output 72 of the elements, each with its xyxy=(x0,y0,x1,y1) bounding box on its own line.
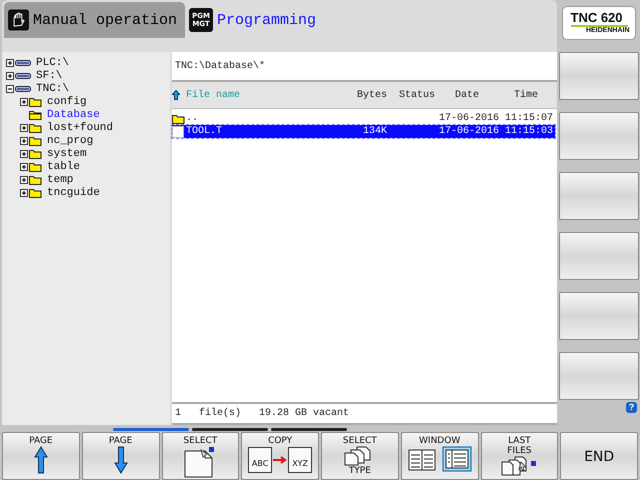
folder-icon xyxy=(29,162,42,172)
file-date: 17-06-2016 xyxy=(438,113,499,124)
file-size: 134K xyxy=(362,126,387,137)
up-arrow-icon xyxy=(34,446,48,474)
softkey-button[interactable]: PAGE xyxy=(82,432,160,480)
drive-icon xyxy=(15,84,31,93)
expand-icon[interactable] xyxy=(20,124,28,132)
sort-arrow-icon[interactable] xyxy=(172,90,180,100)
column-header[interactable]: Status xyxy=(387,90,435,100)
tree-item[interactable]: Database xyxy=(47,108,100,121)
hand-icon xyxy=(8,8,29,32)
file-count: 1 xyxy=(175,408,182,419)
select-page-icon xyxy=(184,446,216,478)
file-row[interactable]: .. 17-06-2016 11:15:07 xyxy=(172,112,555,125)
softkey-button[interactable]: WINDOW xyxy=(400,432,478,480)
tree-item[interactable]: lost+found xyxy=(47,122,114,134)
path-field: TNC:\Database\* xyxy=(172,52,557,82)
expand-icon[interactable] xyxy=(20,176,28,184)
softkey-button[interactable] xyxy=(558,232,638,280)
softkey-button[interactable] xyxy=(558,292,638,340)
softkey-button[interactable]: LAST FILES xyxy=(480,432,558,480)
softkey-button[interactable] xyxy=(558,352,638,400)
softkey-button[interactable]: COPY ABC XYZ xyxy=(241,432,319,480)
softkey-button[interactable]: SELECT TYPE xyxy=(321,432,399,480)
folder-icon xyxy=(29,136,42,146)
tree-item[interactable]: table xyxy=(47,161,80,174)
softkey-button[interactable]: END xyxy=(560,432,638,480)
column-header[interactable]: Time xyxy=(499,90,553,100)
folder-icon xyxy=(29,96,42,107)
folder-icon xyxy=(29,175,42,186)
collapse-icon[interactable] xyxy=(6,84,14,93)
file-count-unit: file(s) xyxy=(199,408,242,419)
tree-item[interactable]: nc_prog xyxy=(47,135,94,148)
softkey-button[interactable]: SELECT xyxy=(162,432,240,480)
folder-icon xyxy=(29,149,42,160)
expand-icon[interactable] xyxy=(20,98,28,106)
tree-item[interactable]: SF:\ xyxy=(36,70,62,82)
folder-icon xyxy=(29,188,42,198)
tree-item[interactable]: temp xyxy=(47,174,74,186)
softkey-button[interactable] xyxy=(558,172,638,220)
column-header[interactable]: Date xyxy=(435,90,499,100)
file-time: 11:15:07 xyxy=(504,113,553,124)
column-header[interactable]: Bytes xyxy=(343,90,387,100)
expand-icon[interactable] xyxy=(20,189,28,198)
tree-item[interactable]: TNC:\ xyxy=(36,82,70,95)
down-arrow-icon xyxy=(114,446,128,474)
tree-item[interactable]: system xyxy=(47,148,87,160)
expand-icon[interactable] xyxy=(20,150,28,158)
softkey-button[interactable]: PAGE xyxy=(2,432,80,480)
help-icon[interactable]: ? xyxy=(626,402,637,413)
open-folder-icon xyxy=(29,110,42,120)
expand-icon[interactable] xyxy=(6,58,14,67)
expand-icon[interactable] xyxy=(20,163,28,172)
file-row[interactable]: TOOL.T 134K 17-06-2016 11:15:03 xyxy=(172,125,555,138)
softkey-button[interactable] xyxy=(558,52,638,100)
expand-icon[interactable] xyxy=(6,72,14,80)
folder-icon xyxy=(29,123,42,134)
mode-tab[interactable]: Manual operation xyxy=(4,2,185,38)
free-space: 19.28 GB vacant xyxy=(259,408,350,419)
expand-icon[interactable] xyxy=(20,137,28,146)
drive-icon xyxy=(15,72,31,80)
tree-item[interactable]: PLC:\ xyxy=(36,56,70,69)
drive-icon xyxy=(15,58,31,67)
recent-files-icon xyxy=(501,456,538,476)
softkey-button[interactable] xyxy=(558,112,638,160)
file-time: 11:15:03 xyxy=(504,126,553,137)
file-name: TOOL.T xyxy=(186,126,224,137)
file-date: 17-06-2016 xyxy=(438,126,499,137)
tree-item[interactable]: config xyxy=(47,96,87,108)
file-name: .. xyxy=(186,113,200,124)
window-layout-icon xyxy=(408,446,472,472)
tree-item[interactable]: tncguide xyxy=(47,187,100,200)
